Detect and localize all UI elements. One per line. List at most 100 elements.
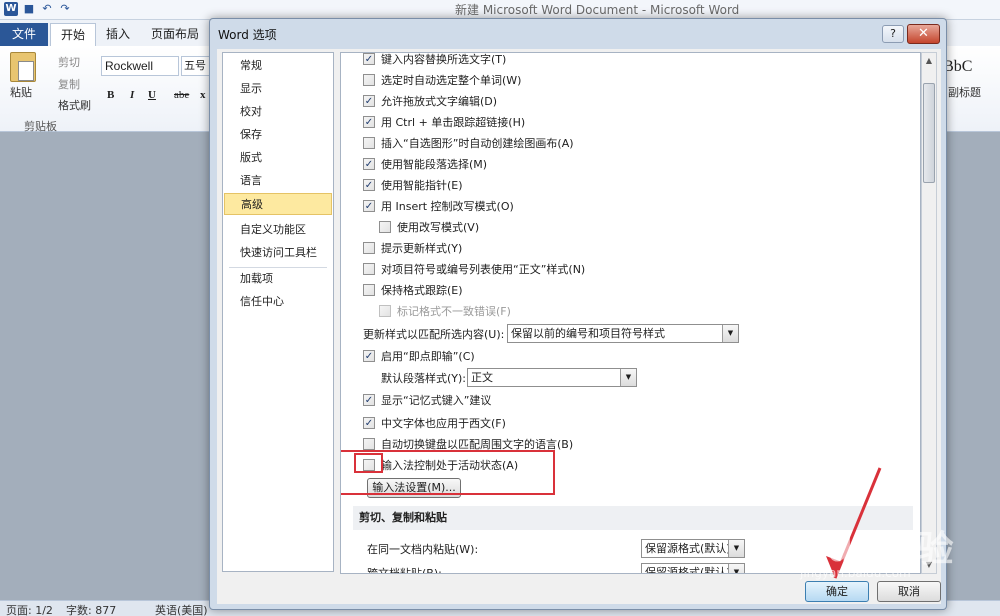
scroll-thumb[interactable] xyxy=(923,83,935,183)
checkbox[interactable]: ✓ xyxy=(363,53,375,65)
option-select-whole-word[interactable]: 选定时自动选定整个单词(W) xyxy=(363,72,521,88)
option-normal-style-lists[interactable]: 对项目符号或编号列表使用“正文”样式(N) xyxy=(363,261,585,277)
option-label: 中文字体也应用于西文(F) xyxy=(381,417,506,430)
save-icon[interactable]: ■ xyxy=(22,2,36,16)
paste-same-doc-value: 保留源格式(默认) xyxy=(645,542,731,555)
bold-button[interactable]: B xyxy=(107,89,114,101)
tab-home[interactable]: 开始 xyxy=(50,23,96,46)
option-label: 显示“记忆式键入”建议 xyxy=(381,394,492,407)
paste-cross-doc-select[interactable]: 保留源格式(默认) ▼ xyxy=(641,563,745,574)
font-size-combo[interactable]: 五号 xyxy=(181,56,211,76)
nav-layout[interactable]: 版式 xyxy=(224,147,332,169)
tab-page-layout[interactable]: 页面布局 xyxy=(142,23,208,46)
vertical-scrollbar[interactable]: ▲ ▼ xyxy=(921,52,937,574)
close-button[interactable]: ✕ xyxy=(907,24,940,44)
option-drag-drop[interactable]: ✓ 允许拖放式文字编辑(D) xyxy=(363,93,497,109)
option-label: 使用智能段落选择(M) xyxy=(381,158,488,171)
font-name-combo[interactable]: Rockwell xyxy=(101,56,179,76)
option-ctrl-click[interactable]: ✓ 用 Ctrl + 单击跟踪超链接(H) xyxy=(363,114,525,130)
nav-proofing[interactable]: 校对 xyxy=(224,101,332,123)
option-drawing-canvas[interactable]: 插入“自选图形”时自动创建绘图画布(A) xyxy=(363,135,574,151)
paste-button[interactable]: 粘贴 xyxy=(10,84,32,100)
italic-button[interactable]: I xyxy=(130,89,134,101)
checkbox[interactable] xyxy=(363,284,375,296)
nav-language[interactable]: 语言 xyxy=(224,170,332,192)
chevron-down-icon[interactable]: ▼ xyxy=(728,540,744,557)
checkbox[interactable] xyxy=(363,438,375,450)
strikethrough-button[interactable]: abe xyxy=(174,89,189,101)
nav-trust-center[interactable]: 信任中心 xyxy=(224,291,332,313)
checkbox[interactable] xyxy=(363,74,375,86)
checkbox[interactable] xyxy=(363,242,375,254)
nav-customize-ribbon[interactable]: 自定义功能区 xyxy=(224,219,332,241)
copy-button[interactable]: 复制 xyxy=(58,76,80,92)
paste-same-doc-select[interactable]: 保留源格式(默认) ▼ xyxy=(641,539,745,558)
option-autocomplete[interactable]: ✓ 显示“记忆式键入”建议 xyxy=(363,392,491,408)
watermark-logo: Baidu经验 xyxy=(760,529,955,570)
checkbox[interactable]: ✓ xyxy=(363,116,375,128)
nav-add-ins[interactable]: 加载项 xyxy=(224,268,332,290)
option-overtype[interactable]: 使用改写模式(V) xyxy=(379,219,479,235)
option-typing-replaces[interactable]: ✓ 键入内容替换所选文字(T) xyxy=(363,53,506,67)
undo-icon[interactable]: ↶ xyxy=(40,2,54,16)
nav-general[interactable]: 常规 xyxy=(224,55,332,77)
help-button[interactable]: ? xyxy=(882,25,904,43)
option-label: 用 Insert 控制改写模式(O) xyxy=(381,200,514,213)
highlight-checkbox-box xyxy=(354,453,383,473)
checkbox[interactable]: ✓ xyxy=(363,394,375,406)
page-count[interactable]: 页面: 1/2 xyxy=(6,602,53,616)
nav-display[interactable]: 显示 xyxy=(224,78,332,100)
checkbox[interactable] xyxy=(363,137,375,149)
chevron-down-icon[interactable]: ▼ xyxy=(728,564,744,573)
nav-save[interactable]: 保存 xyxy=(224,124,332,146)
option-label: 允许拖放式文字编辑(D) xyxy=(381,95,498,108)
checkbox[interactable]: ✓ xyxy=(363,417,375,429)
tab-file[interactable]: 文件 xyxy=(0,23,48,46)
option-chinese-font-latin[interactable]: ✓ 中文字体也应用于西文(F) xyxy=(363,415,506,431)
option-prompt-style[interactable]: 提示更新样式(Y) xyxy=(363,240,462,256)
paste-same-doc-label: 在同一文档内粘贴(W): xyxy=(367,543,479,556)
default-paragraph-label: 默认段落样式(Y): xyxy=(381,372,467,385)
subscript-button[interactable]: x xyxy=(200,89,206,101)
option-click-and-type[interactable]: ✓ 启用“即点即输”(C) xyxy=(363,348,475,364)
underline-button[interactable]: U xyxy=(148,89,156,101)
update-style-label: 更新样式以匹配所选内容(U): xyxy=(363,328,505,341)
checkbox[interactable]: ✓ xyxy=(363,158,375,170)
scroll-up-icon[interactable]: ▲ xyxy=(922,53,936,69)
option-label: 使用智能指针(E) xyxy=(381,179,463,192)
paste-cross-doc-label: 跨文档粘贴(B): xyxy=(367,567,442,574)
checkbox[interactable] xyxy=(363,263,375,275)
nav-quick-access-toolbar[interactable]: 快速访问工具栏 xyxy=(224,242,332,264)
cut-button[interactable]: 剪切 xyxy=(58,54,80,70)
option-label: 启用“即点即输”(C) xyxy=(381,350,475,363)
chevron-down-icon[interactable]: ▼ xyxy=(722,325,738,342)
checkbox[interactable]: ✓ xyxy=(363,95,375,107)
paste-cross-doc-value: 保留源格式(默认) xyxy=(645,566,731,574)
default-paragraph-select[interactable]: 正文 ▼ xyxy=(467,368,637,387)
language-status[interactable]: 英语(美国) xyxy=(155,602,208,616)
default-paragraph-value: 正文 xyxy=(471,371,493,384)
dialog-title: Word 选项 xyxy=(218,28,277,42)
checkbox[interactable]: ✓ xyxy=(363,179,375,191)
nav-advanced[interactable]: 高级 xyxy=(224,193,332,215)
option-smart-paragraph[interactable]: ✓ 使用智能段落选择(M) xyxy=(363,156,487,172)
format-painter-button[interactable]: 格式刷 xyxy=(58,97,91,113)
style-label: 副标题 xyxy=(948,86,981,99)
quick-access-toolbar: W ■ ↶ ↷ xyxy=(4,2,72,16)
tab-insert[interactable]: 插入 xyxy=(98,23,138,46)
word-logo-icon: W xyxy=(4,2,18,16)
update-style-select[interactable]: 保留以前的编号和项目符号样式 ▼ xyxy=(507,324,739,343)
chevron-down-icon[interactable]: ▼ xyxy=(620,369,636,386)
option-label: 插入“自选图形”时自动创建绘图画布(A) xyxy=(381,137,574,150)
checkbox[interactable] xyxy=(379,221,391,233)
option-label: 提示更新样式(Y) xyxy=(381,242,463,255)
paste-icon[interactable] xyxy=(10,52,36,82)
checkbox[interactable]: ✓ xyxy=(363,200,375,212)
option-insert-key[interactable]: ✓ 用 Insert 控制改写模式(O) xyxy=(363,198,514,214)
word-count[interactable]: 字数: 877 xyxy=(66,602,116,616)
redo-icon[interactable]: ↷ xyxy=(58,2,72,16)
option-smart-cursor[interactable]: ✓ 使用智能指针(E) xyxy=(363,177,463,193)
option-label: 使用改写模式(V) xyxy=(397,221,480,234)
option-track-formatting[interactable]: 保持格式跟踪(E) xyxy=(363,282,463,298)
checkbox[interactable]: ✓ xyxy=(363,350,375,362)
